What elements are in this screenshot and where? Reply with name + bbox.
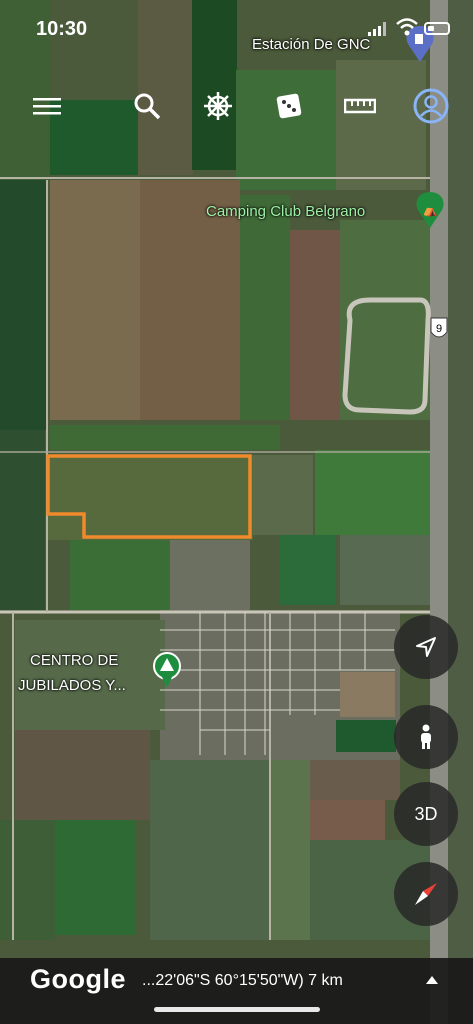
route-shield: 9: [430, 317, 448, 338]
field: [340, 672, 395, 717]
field: [310, 760, 400, 800]
field: [280, 535, 335, 605]
camping-label[interactable]: Camping Club Belgrano: [206, 203, 365, 220]
field: [310, 800, 385, 840]
feeling-lucky-button[interactable]: [269, 86, 309, 126]
search-icon: [134, 93, 161, 120]
centro-label-line1[interactable]: CENTRO DE: [30, 652, 118, 669]
field: [70, 540, 170, 610]
ship-wheel-icon: [204, 92, 232, 120]
menu-button[interactable]: [27, 86, 67, 126]
measure-button[interactable]: [340, 86, 380, 126]
expand-up-icon[interactable]: [420, 970, 444, 990]
wifi-icon: [396, 18, 418, 36]
satellite-map[interactable]: 9 ⛺: [0, 0, 473, 1024]
field: [253, 455, 313, 535]
dice-icon: [276, 93, 302, 119]
voyager-button[interactable]: [198, 86, 238, 126]
field: [50, 425, 280, 450]
field: [150, 760, 270, 940]
compass-icon: [415, 883, 437, 905]
search-button[interactable]: [127, 86, 167, 126]
field: [55, 820, 135, 935]
field: [336, 720, 396, 752]
field: [15, 620, 165, 730]
3d-toggle-label: 3D: [414, 803, 438, 824]
status-time: 10:30: [36, 18, 88, 40]
3d-toggle-button[interactable]: 3D: [394, 782, 458, 846]
field: [0, 180, 48, 430]
coordinates-readout[interactable]: ...22'06"S 60°15'50"W) 7 km: [142, 972, 343, 990]
my-location-button[interactable]: [394, 615, 458, 679]
navigation-arrow-icon: [416, 637, 436, 657]
field: [15, 730, 150, 820]
field: [0, 820, 55, 940]
field: [50, 180, 140, 420]
top-toolbar: [0, 86, 473, 126]
field: [340, 535, 430, 605]
account-icon: [413, 88, 449, 124]
town-area: [170, 540, 250, 610]
field: [315, 450, 430, 535]
field: [270, 760, 310, 940]
field: [48, 455, 253, 540]
account-button[interactable]: [411, 86, 451, 126]
menu-icon: [33, 98, 61, 115]
home-indicator: [154, 1007, 320, 1012]
battery-icon: [424, 22, 450, 35]
centro-label-line2[interactable]: JUBILADOS Y...: [18, 677, 126, 694]
status-bar: 10:30: [0, 0, 473, 60]
gas-station-label[interactable]: Estación De GNC: [252, 36, 370, 53]
signal-icon: [368, 22, 386, 36]
field: [0, 430, 45, 610]
compass-button[interactable]: [394, 862, 458, 926]
tent-icon: ⛺: [423, 203, 438, 217]
field: [240, 195, 290, 420]
field: [340, 220, 430, 420]
ruler-icon: [344, 98, 376, 114]
street-view-button[interactable]: [394, 705, 458, 769]
field: [448, 0, 473, 1024]
google-logo: Google: [30, 964, 126, 994]
person-icon: [421, 724, 431, 749]
bottom-info-bar: Google ...22'06"S 60°15'50"W) 7 km: [0, 958, 473, 1024]
field: [290, 230, 340, 420]
route-number: 9: [436, 323, 442, 335]
